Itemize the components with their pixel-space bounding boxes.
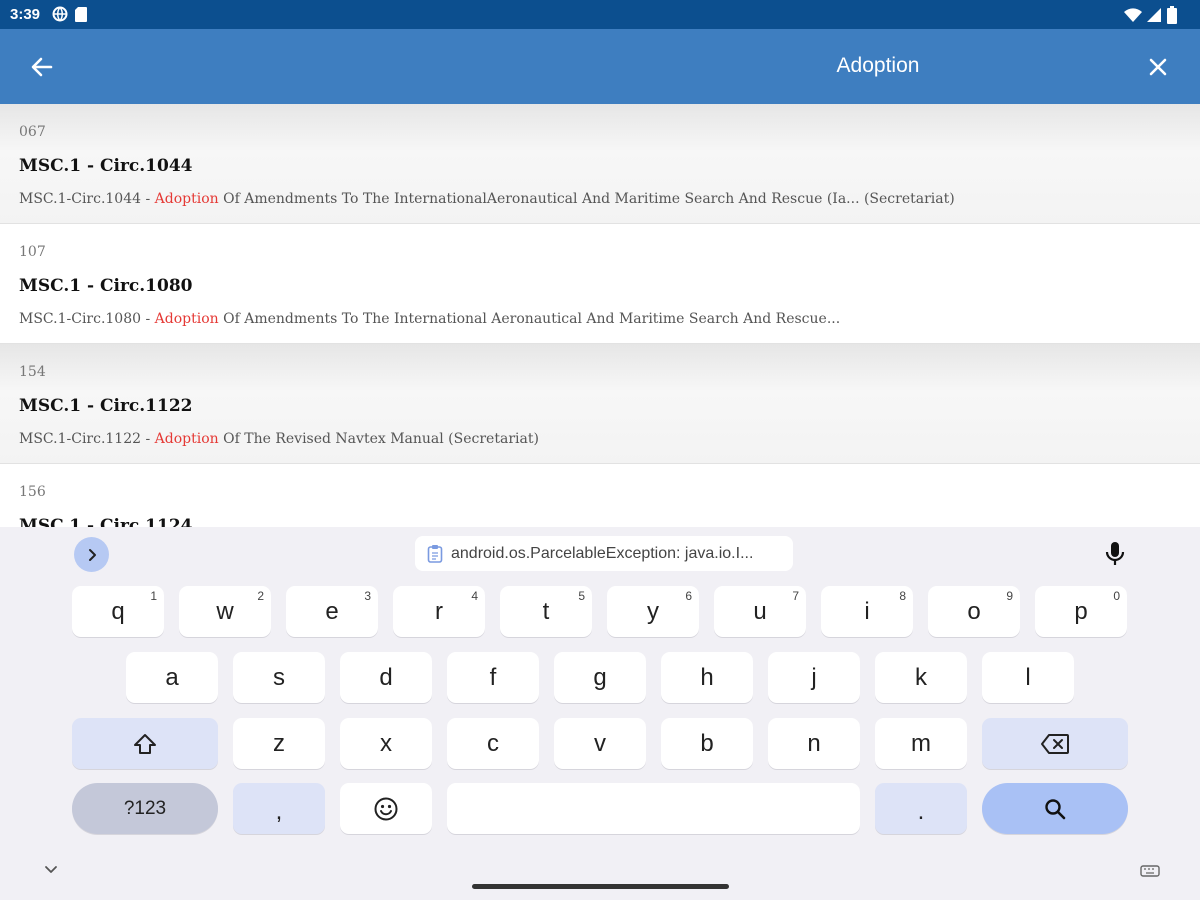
key-y[interactable]: y6	[607, 586, 699, 637]
period-key[interactable]: .	[875, 783, 967, 834]
key-h[interactable]: h	[661, 652, 753, 703]
wifi-icon	[1124, 7, 1142, 22]
list-item[interactable]: 154 MSC.1 - Circ.1122 MSC.1-Circ.1122 - …	[0, 344, 1200, 464]
emoji-key[interactable]	[340, 783, 432, 834]
chevron-right-icon	[88, 548, 96, 561]
backspace-icon	[1041, 733, 1069, 754]
key-v[interactable]: v	[554, 718, 646, 769]
hide-keyboard-button[interactable]	[42, 863, 60, 877]
key-b[interactable]: b	[661, 718, 753, 769]
item-number: 154	[19, 364, 46, 380]
key-s[interactable]: s	[233, 652, 325, 703]
microphone-icon	[1105, 542, 1125, 565]
back-arrow-icon	[31, 57, 53, 77]
key-f[interactable]: f	[447, 652, 539, 703]
symbols-key[interactable]: ?123	[72, 783, 218, 834]
battery-icon	[1167, 6, 1177, 24]
key-c[interactable]: c	[447, 718, 539, 769]
search-highlight: Adoption	[154, 191, 219, 207]
key-z[interactable]: z	[233, 718, 325, 769]
sd-card-icon	[75, 7, 87, 22]
status-time: 3:39	[10, 6, 41, 23]
backspace-key[interactable]	[982, 718, 1128, 769]
key-t[interactable]: t5	[500, 586, 592, 637]
key-a[interactable]: a	[126, 652, 218, 703]
clipboard-suggestion-chip[interactable]: android.os.ParcelableException: java.io.…	[415, 536, 793, 571]
item-number: 156	[19, 484, 46, 500]
page-title: Adoption	[836, 54, 920, 77]
gesture-nav-handle[interactable]	[472, 884, 729, 889]
key-r[interactable]: r4	[393, 586, 485, 637]
key-l[interactable]: l	[982, 652, 1074, 703]
item-description: MSC.1-Circ.1044 - Adoption Of Amendments…	[19, 191, 955, 207]
on-screen-keyboard: android.os.ParcelableException: java.io.…	[0, 527, 1200, 900]
key-w[interactable]: w2	[179, 586, 271, 637]
emoji-icon	[374, 797, 398, 820]
voice-input-button[interactable]	[1102, 539, 1128, 569]
item-title: MSC.1 - Circ.1080	[19, 276, 193, 296]
status-bar: 3:39	[0, 0, 1200, 29]
search-highlight: Adoption	[154, 311, 219, 327]
key-q[interactable]: q1	[72, 586, 164, 637]
clipboard-text: android.os.ParcelableException: java.io.…	[451, 544, 754, 562]
app-bar: Adoption	[0, 29, 1200, 104]
key-n[interactable]: n	[768, 718, 860, 769]
item-number: 107	[19, 244, 46, 260]
cell-signal-icon	[1147, 8, 1161, 22]
key-i[interactable]: i8	[821, 586, 913, 637]
close-search-button[interactable]	[1142, 51, 1174, 83]
keyboard-icon	[1140, 865, 1160, 877]
key-o[interactable]: o9	[928, 586, 1020, 637]
search-highlight: Adoption	[154, 431, 219, 447]
item-title: MSC.1 - Circ.1124	[19, 516, 193, 527]
key-g[interactable]: g	[554, 652, 646, 703]
key-x[interactable]: x	[340, 718, 432, 769]
item-description: MSC.1-Circ.1122 - Adoption Of The Revise…	[19, 431, 539, 447]
keyboard-switch-button[interactable]	[1140, 864, 1160, 878]
back-button[interactable]	[26, 51, 58, 83]
key-e[interactable]: e3	[286, 586, 378, 637]
key-m[interactable]: m	[875, 718, 967, 769]
item-title: MSC.1 - Circ.1044	[19, 156, 193, 176]
list-item[interactable]: 107 MSC.1 - Circ.1080 MSC.1-Circ.1080 - …	[0, 224, 1200, 344]
key-p[interactable]: p0	[1035, 586, 1127, 637]
space-key[interactable]	[447, 783, 860, 834]
keyboard-toolbar-expand-button[interactable]	[74, 537, 109, 572]
results-list: 067 MSC.1 - Circ.1044 MSC.1-Circ.1044 - …	[0, 104, 1200, 527]
item-description: MSC.1-Circ.1080 - Adoption Of Amendments…	[19, 311, 841, 327]
key-k[interactable]: k	[875, 652, 967, 703]
vpn-globe-icon	[52, 6, 68, 22]
search-icon	[1045, 798, 1066, 819]
list-item[interactable]: 156 MSC.1 - Circ.1124	[0, 464, 1200, 527]
key-d[interactable]: d	[340, 652, 432, 703]
item-title: MSC.1 - Circ.1122	[19, 396, 193, 416]
key-u[interactable]: u7	[714, 586, 806, 637]
comma-key[interactable]: ,	[233, 783, 325, 834]
shift-icon	[134, 733, 156, 754]
item-number: 067	[19, 124, 46, 140]
chevron-down-icon	[45, 866, 57, 873]
clipboard-icon	[427, 545, 443, 563]
close-icon	[1149, 58, 1167, 76]
key-j[interactable]: j	[768, 652, 860, 703]
search-key[interactable]	[982, 783, 1128, 834]
shift-key[interactable]	[72, 718, 218, 769]
list-item[interactable]: 067 MSC.1 - Circ.1044 MSC.1-Circ.1044 - …	[0, 104, 1200, 224]
